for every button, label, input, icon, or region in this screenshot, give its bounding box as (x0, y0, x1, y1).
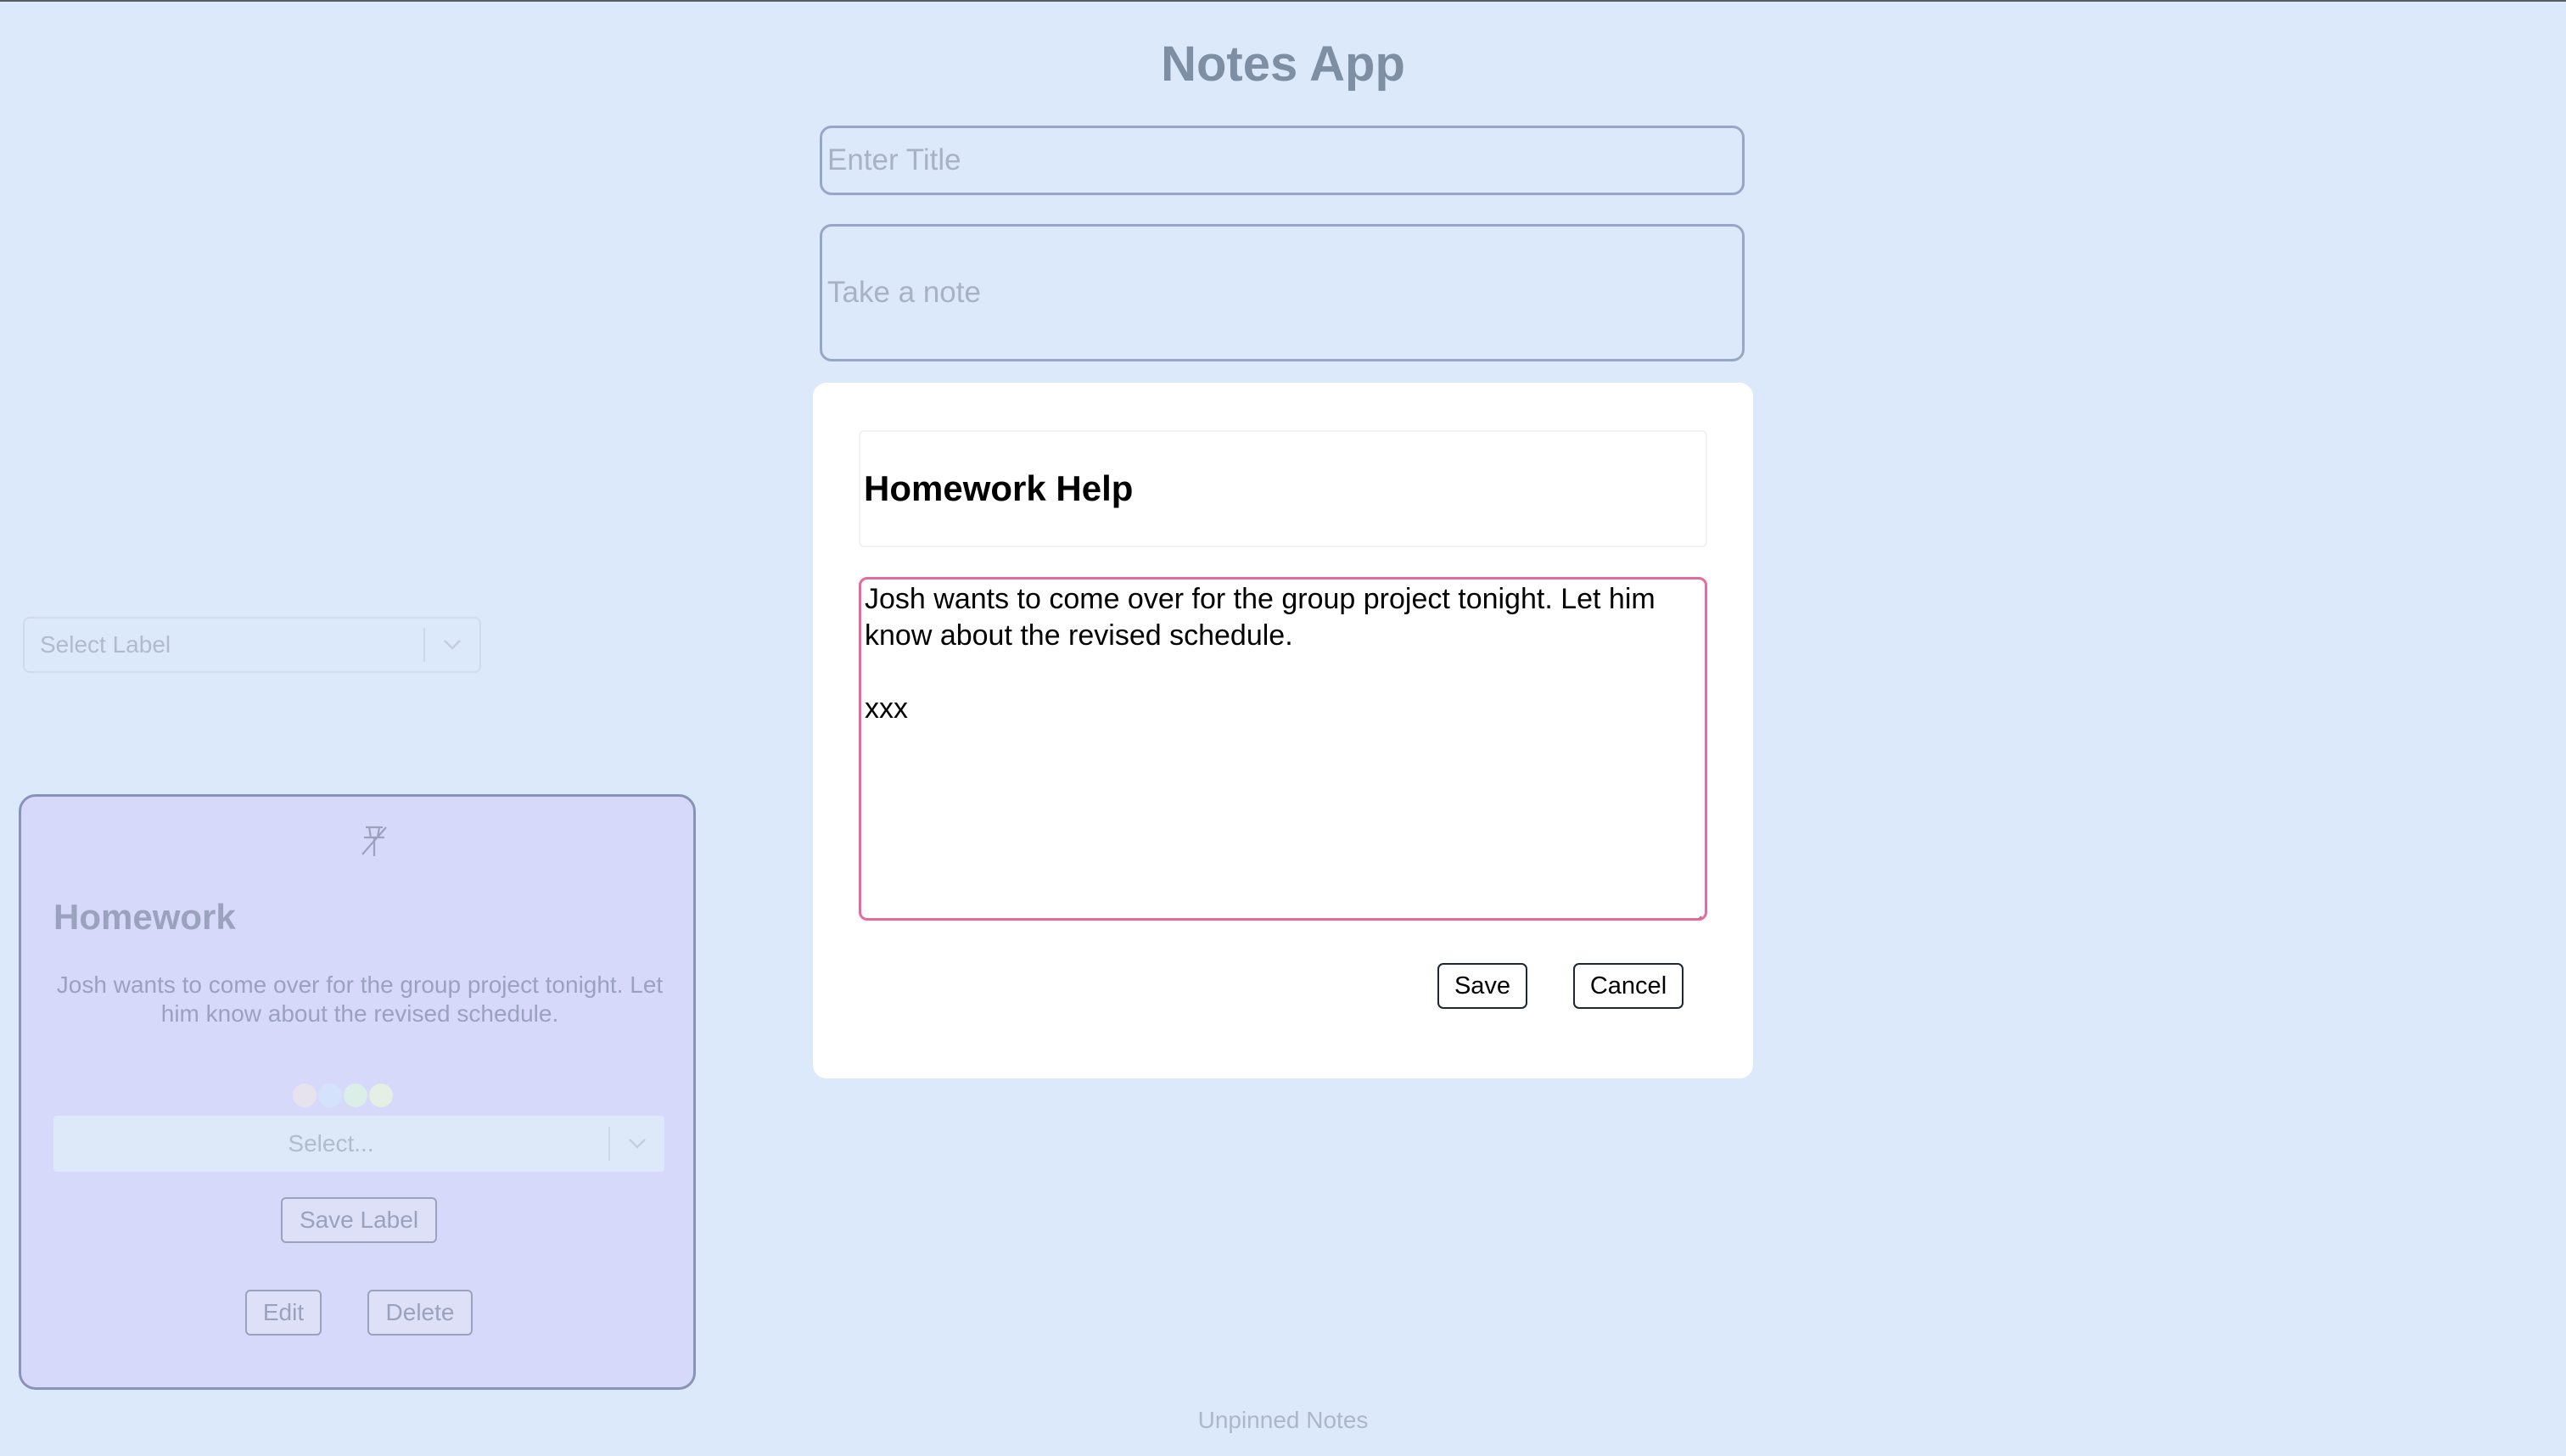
note-card-title: Homework (53, 897, 236, 937)
modal-title-input[interactable]: Homework Help (859, 430, 1707, 547)
modal-body-textarea[interactable]: Josh wants to come over for the group pr… (859, 577, 1707, 921)
note-label-select[interactable]: Select... (53, 1116, 664, 1172)
note-card-text: Josh wants to come over for the group pr… (56, 972, 664, 1027)
color-palette (293, 1084, 393, 1107)
color-swatch[interactable] (344, 1084, 367, 1107)
color-swatch[interactable] (318, 1084, 342, 1107)
label-filter-select[interactable]: Select Label (23, 617, 481, 673)
modal-body-text: Josh wants to come over for the group pr… (865, 583, 1656, 725)
title-input[interactable]: Enter Title (820, 126, 1745, 195)
label-filter-placeholder: Select Label (40, 631, 171, 658)
chevron-down-icon[interactable] (610, 1116, 664, 1172)
title-input-placeholder: Enter Title (827, 143, 961, 176)
edit-button[interactable]: Edit (245, 1290, 322, 1336)
chevron-down-icon[interactable] (425, 617, 479, 673)
note-card: Homework Josh wants to come over for the… (19, 794, 696, 1390)
pin-icon[interactable] (357, 822, 391, 860)
app-title: Notes App (1161, 36, 1405, 92)
edit-note-modal: Homework Help Josh wants to come over fo… (813, 383, 1753, 1078)
resize-handle-icon[interactable] (1688, 901, 1703, 918)
note-label-placeholder: Select... (288, 1130, 374, 1156)
note-body-input[interactable]: Take a note (820, 224, 1745, 361)
color-swatch[interactable] (369, 1084, 393, 1107)
section-heading-unpinned: Unpinned Notes (1197, 1407, 1369, 1433)
delete-button[interactable]: Delete (367, 1290, 473, 1336)
save-button[interactable]: Save (1437, 963, 1527, 1009)
cancel-button[interactable]: Cancel (1573, 963, 1684, 1009)
color-swatch[interactable] (293, 1084, 317, 1107)
note-body-placeholder: Take a note (827, 276, 981, 309)
save-label-button[interactable]: Save Label (281, 1197, 437, 1243)
